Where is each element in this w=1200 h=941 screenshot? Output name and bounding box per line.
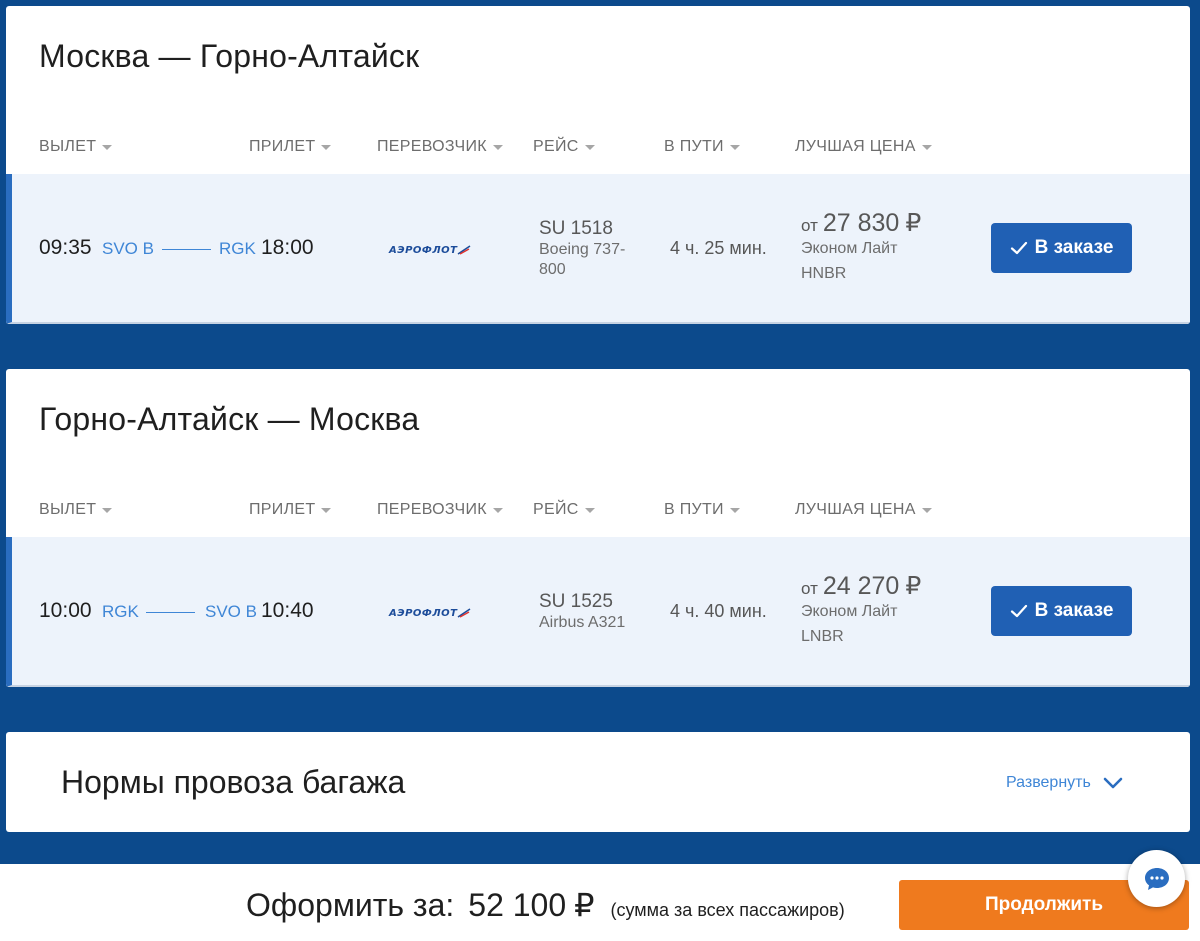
sort-duration[interactable]: В ПУТИ (664, 501, 740, 519)
expand-label: Развернуть (1006, 774, 1091, 791)
fare-name: Эконом Лайт (801, 240, 898, 257)
flight-card-return: Горно-Алтайск — Москва ВЫЛЕТ ПРИЛЕТ ПЕРЕ… (6, 369, 1190, 687)
aircraft-type: Boeing 737-800 (539, 241, 626, 278)
sort-duration[interactable]: В ПУТИ (664, 138, 740, 156)
expand-baggage-link[interactable]: Развернуть (1006, 774, 1123, 792)
price-value: 24 270 (822, 572, 900, 600)
caret-down-icon (729, 508, 740, 513)
header-label: ПРИЛЕТ (249, 501, 316, 518)
sort-best-price[interactable]: ЛУЧШАЯ ЦЕНА (795, 138, 932, 156)
header-label: ПЕРЕВОЗЧИК (377, 138, 487, 155)
header-label: ВЫЛЕТ (39, 501, 97, 518)
total-note: (сумма за всех пассажиров) (610, 900, 845, 920)
total-label: Оформить за: (246, 887, 455, 923)
aircraft-type: Airbus A321 (539, 614, 626, 631)
caret-down-icon (492, 145, 503, 150)
total-value: 52 100 (468, 887, 567, 923)
baggage-panel: Нормы провоза багажа Развернуть (6, 732, 1190, 832)
chat-button[interactable] (1128, 850, 1185, 907)
header-label: РЕЙС (533, 501, 579, 518)
flight-card-outbound: Москва — Горно-Алтайск ВЫЛЕТ ПРИЛЕТ ПЕРЕ… (6, 6, 1190, 324)
route-title: Горно-Алтайск — Москва (39, 401, 420, 437)
check-icon (1010, 602, 1028, 620)
header-label: ПРИЛЕТ (249, 138, 316, 155)
carrier-logo-text: АЭРОФЛОТ (389, 244, 458, 256)
route-line (162, 249, 211, 250)
sort-arrival[interactable]: ПРИЛЕТ (249, 138, 332, 156)
caret-down-icon (921, 508, 932, 513)
fare-code: LNBR (801, 628, 844, 645)
arrival-airport: RGK (219, 239, 256, 258)
caret-down-icon (321, 145, 332, 150)
currency-sign: ₽ (574, 887, 595, 923)
flight-number: SU 1525 (539, 591, 613, 612)
caret-down-icon (584, 508, 595, 513)
header-label: ПЕРЕВОЗЧИК (377, 501, 487, 518)
departure-airport: RGK (102, 602, 139, 621)
header-label: В ПУТИ (664, 138, 724, 155)
chat-bubble-icon (1144, 867, 1169, 890)
price-from-label: от (801, 579, 818, 598)
arrival-airport: SVO B (205, 602, 257, 621)
departure-time: 10:00 (39, 599, 92, 622)
aeroflot-wing-icon (458, 608, 471, 618)
flight-row[interactable]: 10:00 RGK SVO B 10:40 АЭРОФЛОТ SU 1525 A… (6, 537, 1190, 687)
arrival-time: 10:40 (261, 599, 314, 622)
currency-sign: ₽ (905, 572, 922, 600)
order-total: Оформить за: 52 100 ₽ (сумма за всех пас… (246, 886, 845, 924)
caret-down-icon (729, 145, 740, 150)
header-label: В ПУТИ (664, 501, 724, 518)
departure-time: 09:35 (39, 236, 92, 259)
price: от 27 830 ₽ (801, 208, 921, 238)
chevron-down-icon (1103, 777, 1123, 789)
sort-carrier[interactable]: ПЕРЕВОЗЧИК (377, 138, 503, 156)
fare-code: HNBR (801, 265, 847, 282)
departure-airport: SVO B (102, 239, 154, 258)
checkout-footer: Оформить за: 52 100 ₽ (сумма за всех пас… (0, 864, 1200, 941)
price: от 24 270 ₽ (801, 571, 921, 601)
caret-down-icon (321, 508, 332, 513)
caret-down-icon (921, 145, 932, 150)
currency-sign: ₽ (905, 209, 922, 237)
in-order-label: В заказе (1034, 237, 1114, 258)
flight-number: SU 1518 (539, 218, 613, 239)
sort-arrival[interactable]: ПРИЛЕТ (249, 501, 332, 519)
check-icon (1010, 239, 1028, 257)
flight-duration: 4 ч. 25 мин. (670, 238, 767, 258)
caret-down-icon (584, 145, 595, 150)
fare-name: Эконом Лайт (801, 603, 898, 620)
carrier-logo-text: АЭРОФЛОТ (389, 607, 458, 619)
in-order-button[interactable]: В заказе (991, 586, 1132, 636)
flight-duration: 4 ч. 40 мин. (670, 601, 767, 621)
price-value: 27 830 (822, 209, 900, 237)
header-label: ЛУЧШАЯ ЦЕНА (795, 138, 916, 155)
header-label: ВЫЛЕТ (39, 138, 97, 155)
arrival-time: 18:00 (261, 236, 314, 259)
baggage-title: Нормы провоза багажа (61, 764, 406, 800)
sort-flight[interactable]: РЕЙС (533, 501, 595, 519)
caret-down-icon (102, 145, 113, 150)
header-label: РЕЙС (533, 138, 579, 155)
caret-down-icon (102, 508, 113, 513)
route-line (146, 612, 195, 613)
in-order-label: В заказе (1034, 600, 1114, 621)
caret-down-icon (492, 508, 503, 513)
sort-departure[interactable]: ВЫЛЕТ (39, 138, 113, 156)
price-from-label: от (801, 216, 818, 235)
aeroflot-logo: АЭРОФЛОТ (389, 243, 485, 257)
route-title: Москва — Горно-Алтайск (39, 38, 420, 74)
sort-best-price[interactable]: ЛУЧШАЯ ЦЕНА (795, 501, 932, 519)
flight-row[interactable]: 09:35 SVO B RGK 18:00 АЭРОФЛОТ SU 1518 B… (6, 174, 1190, 324)
sort-flight[interactable]: РЕЙС (533, 138, 595, 156)
sort-carrier[interactable]: ПЕРЕВОЗЧИК (377, 501, 503, 519)
aeroflot-wing-icon (458, 245, 471, 255)
sort-departure[interactable]: ВЫЛЕТ (39, 501, 113, 519)
aeroflot-logo: АЭРОФЛОТ (389, 606, 485, 620)
in-order-button[interactable]: В заказе (991, 223, 1132, 273)
header-label: ЛУЧШАЯ ЦЕНА (795, 501, 916, 518)
